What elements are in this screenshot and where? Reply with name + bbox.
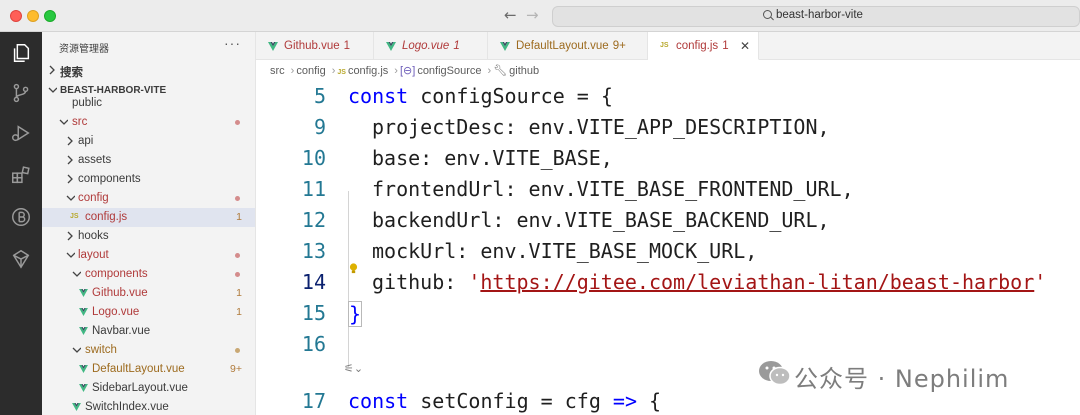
modified-dot	[235, 272, 240, 277]
tree-item-layout[interactable]: layout	[42, 246, 255, 265]
tree-item-assets[interactable]: assets	[42, 151, 255, 170]
chevron-right-icon: ›	[487, 65, 492, 77]
breadcrumb-item[interactable]: configSource	[417, 65, 481, 77]
breadcrumb: src › config › JS config.js › [⊖] configSource › 🔧…	[270, 64, 541, 77]
chevron-right-icon: ›	[290, 65, 295, 77]
tab-github-vue[interactable]: Github.vue 1	[256, 32, 374, 60]
tree-item-api[interactable]: api	[42, 132, 255, 151]
command-center-search[interactable]: beast-harbor-vite	[552, 6, 1080, 27]
vue-file-icon	[79, 327, 88, 335]
extensions-icon[interactable]	[8, 162, 34, 188]
js-file-icon: JS	[337, 69, 346, 76]
code-line: 9 projectDesc: env.VITE_APP_DESCRIPTION,	[313, 115, 830, 139]
url-link[interactable]: https://gitee.com/leviathan-litan/beast-…	[480, 270, 1034, 294]
minimize-window-button[interactable]	[27, 10, 39, 22]
chevron-down-icon	[59, 119, 68, 125]
tree-item-src[interactable]: src	[42, 113, 255, 132]
code-line: 11 frontendUrl: env.VITE_BASE_FRONTEND_U…	[301, 177, 854, 201]
modified-dot	[235, 348, 240, 353]
js-file-icon: JS	[660, 42, 669, 49]
chevron-right-icon: ›	[394, 65, 398, 77]
vue-file-icon	[79, 365, 88, 373]
vue-file-icon	[79, 308, 88, 316]
chevron-right-icon	[49, 65, 55, 75]
source-control-icon[interactable]	[8, 80, 34, 106]
symbol-property-icon: 🔧︎	[493, 65, 508, 77]
tree-item-config-js[interactable]: JS config.js 1	[42, 208, 255, 227]
tree-item-github-vue[interactable]: Github.vue 1	[42, 284, 255, 303]
title-bar: ← → beast-harbor-vite	[0, 0, 1080, 32]
tab-config-js[interactable]: JS config.js 1 ✕	[648, 32, 759, 60]
js-file-icon: JS	[70, 213, 79, 220]
code-line: 5 const configSource = {	[313, 84, 613, 108]
chevron-right-icon	[67, 136, 73, 146]
chevron-down-icon	[72, 347, 81, 353]
codelens-fold-icon[interactable]: ⚟⌄	[344, 362, 363, 375]
vue-file-icon	[386, 42, 396, 51]
breadcrumb-item[interactable]: github	[509, 65, 539, 77]
tree-item-components[interactable]: components	[42, 170, 255, 189]
tree-item-config[interactable]: config	[42, 189, 255, 208]
chevron-right-icon: ›	[331, 65, 336, 77]
breadcrumb-item[interactable]: src	[270, 65, 285, 77]
modified-dot	[235, 120, 240, 125]
back-arrow-icon[interactable]: ←	[504, 6, 517, 24]
activity-bar	[0, 32, 42, 415]
tree-item-switchindex-vue[interactable]: SwitchIndex.vue	[42, 398, 255, 415]
explorer-sidebar: 资源管理器 ··· 搜索 BEAST-HARBOR-VITE public sr…	[42, 32, 256, 415]
modified-dot	[235, 196, 240, 201]
breadcrumb-item[interactable]: config	[296, 65, 325, 77]
tab-logo-vue[interactable]: Logo.vue 1	[374, 32, 488, 60]
explorer-files-icon[interactable]	[8, 40, 34, 66]
close-tab-icon[interactable]: ✕	[740, 39, 750, 53]
tree-item-public[interactable]: public	[42, 94, 255, 113]
wechat-icon	[759, 361, 791, 386]
code-line: 10 base: env.VITE_BASE,	[301, 146, 613, 170]
workspace-name: beast-harbor-vite	[776, 9, 863, 21]
editor-tabs: Github.vue 1 Logo.vue 1 DefaultLayout.vue 9…	[256, 32, 1080, 60]
code-line-current: 14 github: 'https://gitee.com/leviathan-…	[301, 270, 1047, 294]
vue-file-icon	[79, 289, 88, 297]
search-icon	[763, 10, 772, 19]
tree-item-hooks[interactable]: hooks	[42, 227, 255, 246]
explorer-title: 资源管理器	[59, 44, 109, 55]
chevron-down-icon	[72, 271, 81, 277]
tree-item-navbar-vue[interactable]: Navbar.vue	[42, 322, 255, 341]
run-debug-icon[interactable]	[8, 120, 34, 146]
chevron-down-icon	[66, 252, 75, 258]
tree-item-switch[interactable]: switch	[42, 341, 255, 360]
vue-file-icon	[72, 403, 81, 411]
vue-file-icon	[268, 42, 278, 51]
tree-item-logo-vue[interactable]: Logo.vue 1	[42, 303, 255, 322]
vue-file-icon	[500, 42, 510, 51]
lightbulb-icon[interactable]	[349, 263, 358, 274]
code-line: 13 mockUrl: env.VITE_BASE_MOCK_URL,	[301, 239, 758, 263]
code-line: 15 }	[301, 301, 363, 327]
tree-item-defaultlayout-vue[interactable]: DefaultLayout.vue 9+	[42, 360, 255, 379]
close-window-button[interactable]	[10, 10, 22, 22]
tree-item-sidebarlayout-vue[interactable]: SidebarLayout.vue	[42, 379, 255, 398]
tab-defaultlayout-vue[interactable]: DefaultLayout.vue 9+	[488, 32, 648, 60]
forward-arrow-icon[interactable]: →	[526, 6, 539, 24]
symbol-variable-icon: [⊖]	[399, 65, 416, 77]
chevron-right-icon	[67, 174, 73, 184]
chevron-right-icon	[67, 155, 73, 165]
remote-extension-icon[interactable]	[8, 246, 34, 272]
modified-dot	[235, 253, 240, 258]
tree-item-layout-components[interactable]: components	[42, 265, 255, 284]
breadcrumb-item[interactable]: config.js	[348, 65, 388, 77]
vue-file-icon	[79, 384, 88, 392]
more-actions-icon[interactable]: ···	[224, 35, 241, 51]
code-line: 12 backendUrl: env.VITE_BASE_BACKEND_URL…	[301, 208, 830, 232]
chevron-right-icon	[67, 231, 73, 241]
code-line: 16	[301, 332, 326, 356]
bitcoin-extension-icon[interactable]	[8, 204, 34, 230]
search-section[interactable]: 搜索	[42, 61, 255, 80]
maximize-window-button[interactable]	[44, 10, 56, 22]
chevron-down-icon	[66, 195, 75, 201]
